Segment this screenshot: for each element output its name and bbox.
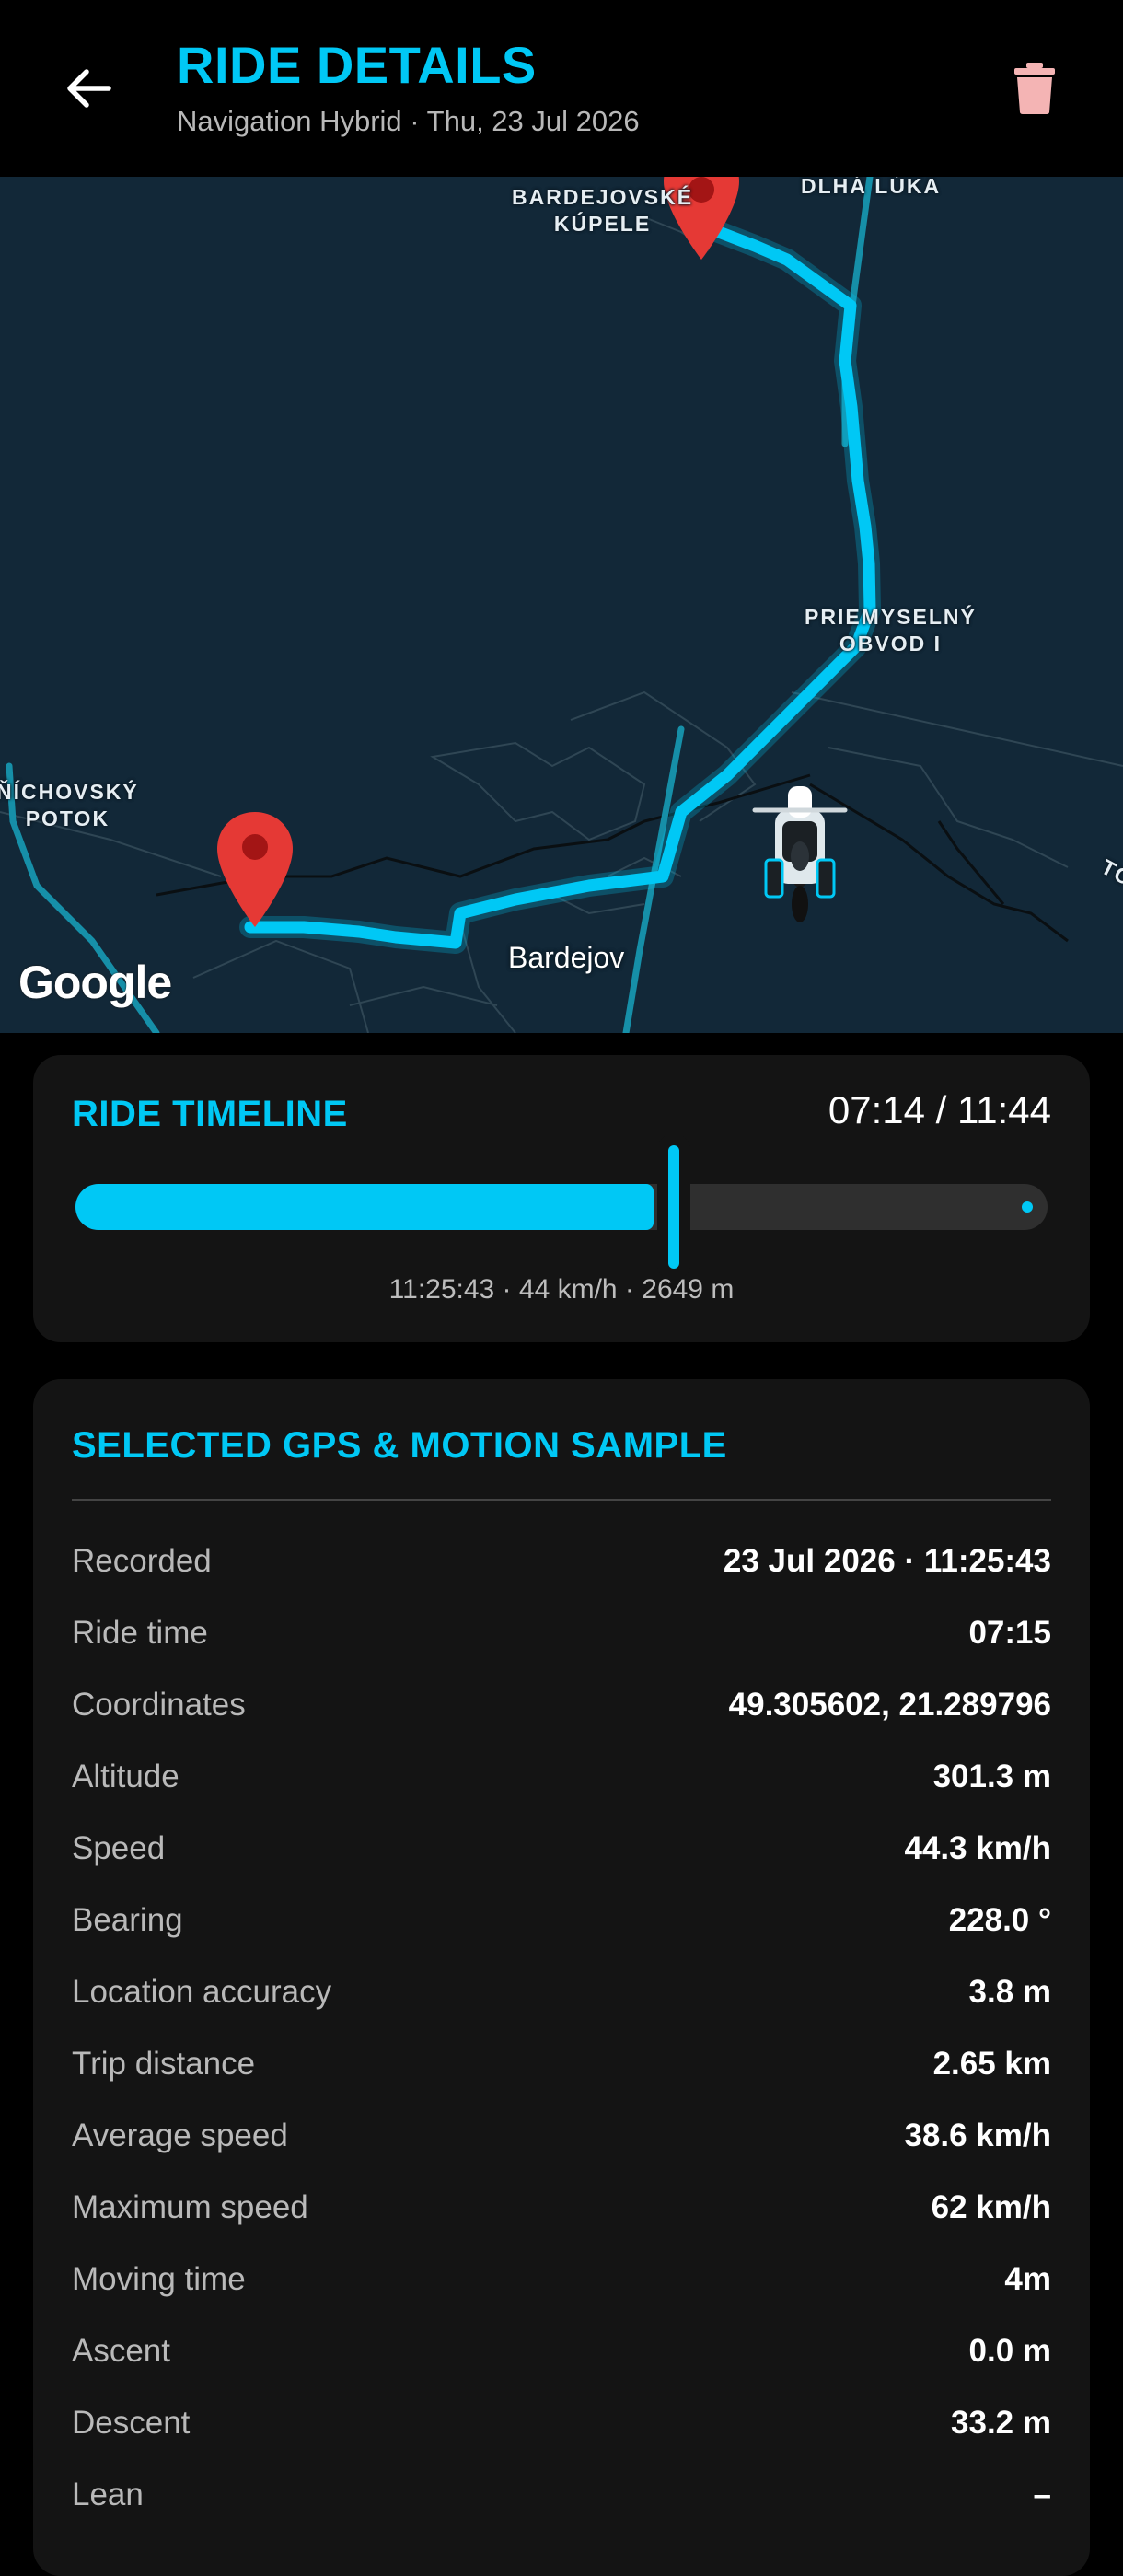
sample-row-label: Lean (72, 2477, 144, 2512)
sample-row: Recorded 23 Jul 2026 · 11:25:43 (72, 1543, 1051, 1598)
page-title: RIDE DETAILS (177, 36, 537, 94)
sample-row: Bearing 228.0 ° (72, 1902, 1051, 1957)
sample-row-value: 301.3 m (932, 1758, 1051, 1794)
sample-row: Location accuracy 3.8 m (72, 1974, 1051, 2029)
back-button[interactable] (48, 48, 129, 129)
sample-row: Coordinates 49.305602, 21.289796 (72, 1687, 1051, 1742)
timeline-end-dot (1022, 1201, 1033, 1213)
sample-row-label: Altitude (72, 1758, 179, 1794)
timeline-time: 07:14 / 11:44 (828, 1088, 1051, 1131)
sample-row-value: 228.0 ° (948, 1902, 1051, 1938)
app-header: RIDE DETAILS Navigation Hybrid · Thu, 23… (0, 0, 1123, 177)
sample-row: Trip distance 2.65 km (72, 2046, 1051, 2101)
sample-row: Descent 33.2 m (72, 2405, 1051, 2460)
sample-row-value: 07:15 (968, 1615, 1051, 1651)
map-label-text: ŇÍCHOVSKÝ POTOK (0, 780, 139, 830)
google-attribution: Google (18, 957, 172, 1008)
sample-row-label: Ride time (72, 1615, 208, 1651)
sample-row: Average speed 38.6 km/h (72, 2118, 1051, 2173)
map-label-text: BARDEJOVSKÉ KÚPELE (512, 185, 694, 236)
timeline-slider[interactable] (75, 1145, 1048, 1269)
arrow-left-icon (67, 69, 111, 108)
sample-row-label: Recorded (72, 1543, 212, 1579)
trash-icon (1014, 63, 1055, 114)
sample-row-value: 62 km/h (931, 2189, 1051, 2225)
timeline-title: RIDE TIMELINE (72, 1094, 348, 1134)
sample-row: Moving time 4m (72, 2261, 1051, 2316)
map-label-city: Bardejov (508, 941, 625, 974)
delete-ride-button[interactable] (994, 48, 1075, 129)
map-label-bardejovske-kupele: BARDEJOVSKÉ KÚPELE (512, 184, 693, 238)
sample-row: Maximum speed 62 km/h (72, 2189, 1051, 2245)
sample-row-value: 23 Jul 2026 · 11:25:43 (723, 1543, 1051, 1579)
sample-row-label: Average speed (72, 2118, 288, 2153)
map-label-snichovsky-potok: ŇÍCHOVSKÝ POTOK (0, 779, 139, 832)
sample-row-value: 44.3 km/h (904, 1830, 1051, 1866)
sample-row-label: Bearing (72, 1902, 183, 1938)
sample-row-value: – (1033, 2477, 1051, 2512)
sample-title: SELECTED GPS & MOTION SAMPLE (72, 1425, 727, 1466)
sample-row-value: 38.6 km/h (904, 2118, 1051, 2153)
section-divider (72, 1499, 1051, 1501)
sample-row-label: Descent (72, 2405, 191, 2441)
sample-row-label: Coordinates (72, 1687, 246, 1723)
sample-row-label: Speed (72, 1830, 166, 1866)
sample-row-label: Moving time (72, 2261, 246, 2297)
gps-motion-sample-card: SELECTED GPS & MOTION SAMPLE Recorded 23 … (33, 1379, 1090, 2576)
sample-row-value: 3.8 m (968, 1974, 1052, 2010)
map-label-dlha-luka: DLHÁ LÚKA (801, 177, 942, 198)
timeline-track-played (75, 1184, 654, 1230)
sample-row-value: 33.2 m (951, 2405, 1051, 2441)
sample-row: Speed 44.3 km/h (72, 1830, 1051, 1886)
sample-row-value: 49.305602, 21.289796 (728, 1687, 1051, 1723)
sample-row-label: Ascent (72, 2333, 170, 2369)
ride-timeline-card: RIDE TIMELINE 07:14 / 11:44 11:25:43 · 4… (33, 1055, 1090, 1342)
sample-row-label: Location accuracy (72, 1974, 332, 2010)
timeline-sample-caption: 11:25:43 · 44 km/h · 2649 m (388, 1274, 735, 1305)
timeline-thumb[interactable] (668, 1145, 680, 1269)
sample-row-label: Trip distance (72, 2046, 256, 2082)
sample-row: Ride time 07:15 (72, 1615, 1051, 1670)
sample-row-value: 4m (1004, 2261, 1051, 2297)
sample-row-label: Maximum speed (72, 2189, 308, 2225)
sample-row-value: 0.0 m (968, 2333, 1052, 2369)
sample-row: Altitude 301.3 m (72, 1758, 1051, 1814)
page-subtitle: Navigation Hybrid · Thu, 23 Jul 2026 (177, 105, 640, 137)
map-label-text: PRIEMYSELNÝ OBVOD I (805, 605, 977, 656)
sample-row-value: 2.65 km (932, 2046, 1051, 2082)
ride-map[interactable]: BARDEJOVSKÉ KÚPELE DLHÁ LÚKA PRIEMYSELNÝ… (0, 177, 1123, 1033)
map-label-priemyselny-obvod: PRIEMYSELNÝ OBVOD I (805, 604, 977, 657)
sample-row: Ascent 0.0 m (72, 2333, 1051, 2388)
sample-row: Lean – (72, 2477, 1051, 2532)
